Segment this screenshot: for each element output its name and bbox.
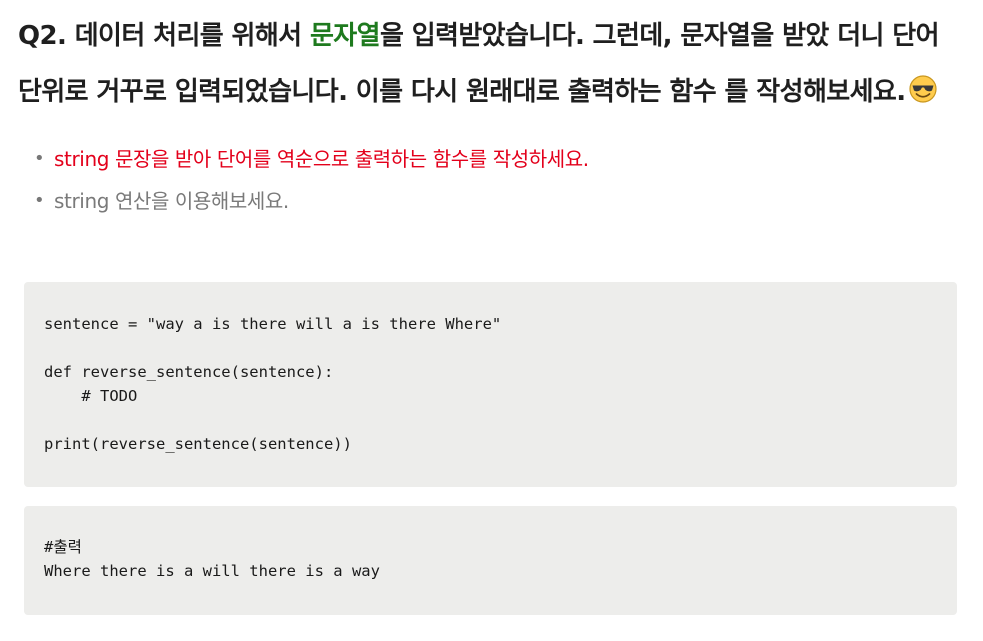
hint-text: string 연산을 이용해보세요.: [54, 189, 289, 213]
hint-item: • string 연산을 이용해보세요.: [34, 180, 959, 222]
requirements-list: • string 문장을 받아 단어를 역순으로 출력하는 함수를 작성하세요.…: [18, 138, 959, 222]
code-line: # TODO: [44, 387, 138, 405]
bullet-dot: •: [34, 190, 45, 211]
sunglasses-emoji-icon: [908, 68, 938, 124]
code-block[interactable]: sentence = "way a is there will a is the…: [24, 282, 957, 487]
output-line: #출력: [44, 538, 82, 556]
code-line: print(reverse_sentence(sentence)): [44, 435, 352, 453]
question-prefix: Q2. 데이터 처리를 위해서: [18, 21, 310, 51]
requirement-item: • string 문장을 받아 단어를 역순으로 출력하는 함수를 작성하세요.: [34, 138, 959, 180]
requirement-text: string 문장을 받아 단어를 역순으로 출력하는 함수를 작성하세요.: [54, 147, 589, 171]
bullet-dot: •: [34, 148, 45, 169]
code-line: sentence = "way a is there will a is the…: [44, 315, 502, 333]
output-line: Where there is a will there is a way: [44, 562, 380, 580]
code-line: def reverse_sentence(sentence):: [44, 363, 334, 381]
output-block[interactable]: #출력 Where there is a will there is a way: [24, 506, 957, 615]
question-highlight: 문자열: [309, 21, 381, 51]
question-heading: Q2. 데이터 처리를 위해서 문자열을 입력받았습니다. 그런데, 문자열을 …: [18, 8, 959, 124]
